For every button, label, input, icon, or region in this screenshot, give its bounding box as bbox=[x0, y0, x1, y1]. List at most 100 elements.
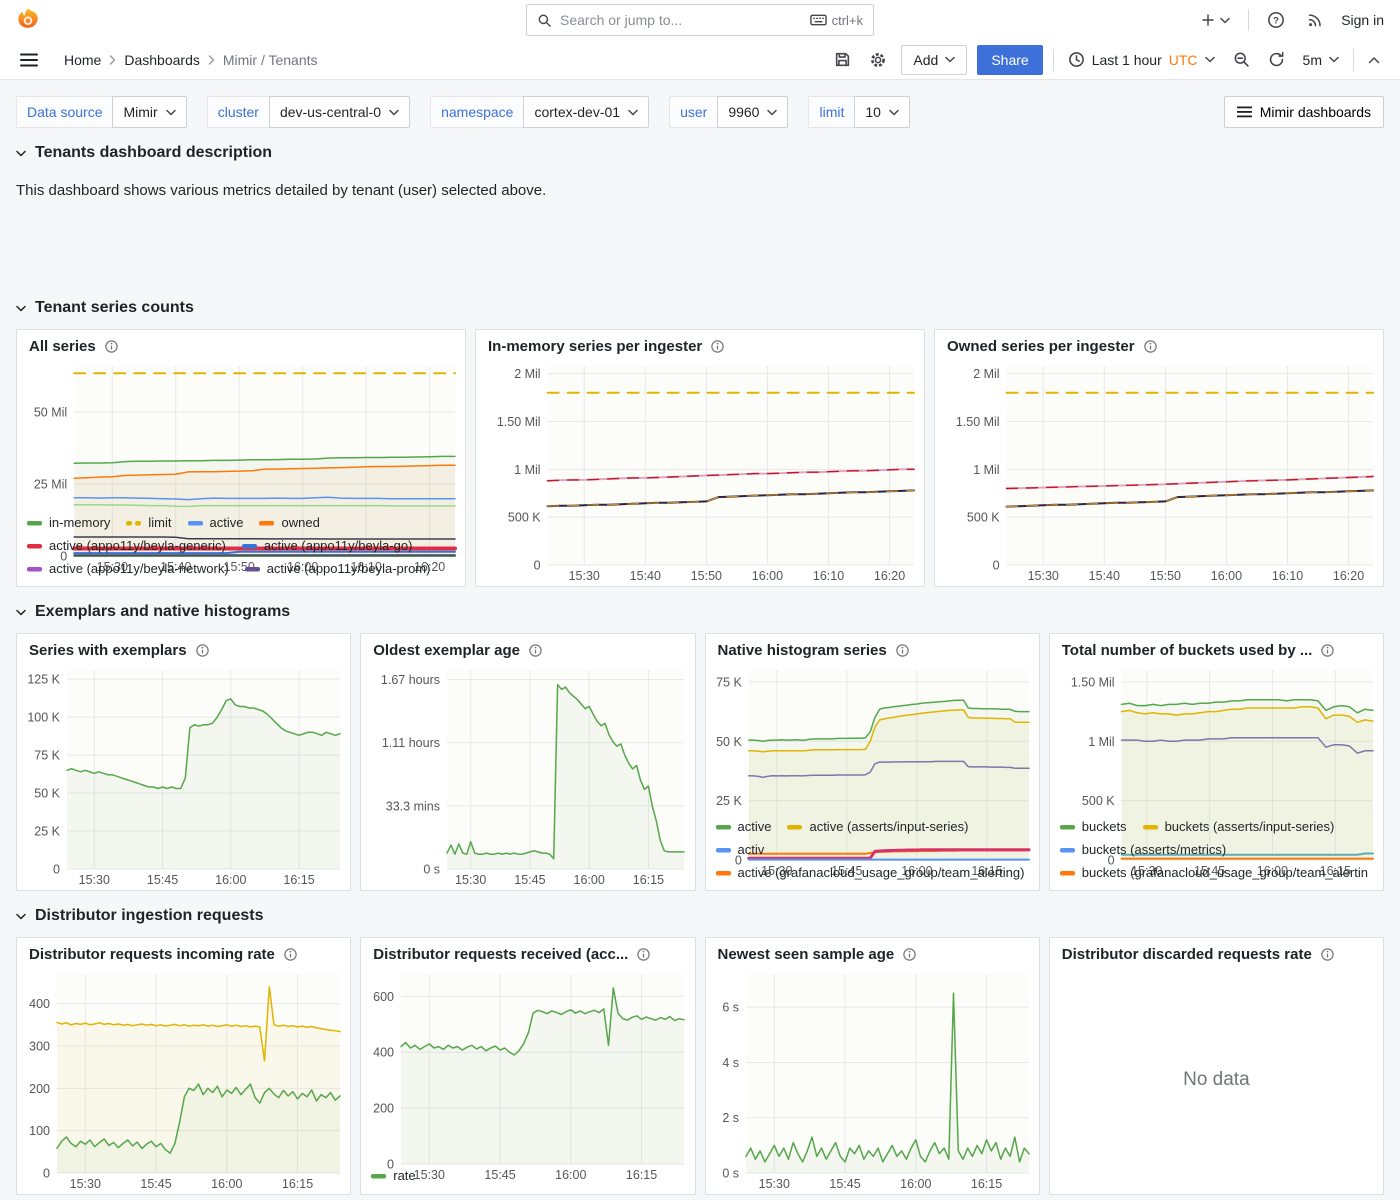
legend-item[interactable]: buckets (grafanacloud_usage_group/team_a… bbox=[1060, 862, 1368, 884]
legend-item[interactable]: limit bbox=[126, 512, 171, 534]
legend: bucketsbuckets (asserts/input-series)buc… bbox=[1050, 814, 1383, 890]
legend-item[interactable]: active (asserts/input-series) bbox=[787, 816, 968, 838]
info-icon[interactable] bbox=[195, 643, 210, 658]
legend-item[interactable]: buckets (asserts/metrics) bbox=[1060, 839, 1226, 861]
new-menu-button[interactable] bbox=[1196, 8, 1234, 32]
section-exemplars[interactable]: Exemplars and native histograms bbox=[16, 603, 1384, 621]
legend-item[interactable]: owned bbox=[259, 512, 319, 534]
panel-distributor-discarded-rate: Distributor discarded requests rate No d… bbox=[1049, 937, 1384, 1195]
legend-item[interactable]: active (grafanacloud_usage_group/team_al… bbox=[716, 862, 1025, 884]
info-icon[interactable] bbox=[1320, 947, 1335, 962]
time-range-picker[interactable]: Last 1 hour UTC bbox=[1064, 51, 1219, 68]
info-icon[interactable] bbox=[902, 947, 917, 962]
section-description[interactable]: Tenants dashboard description bbox=[16, 144, 1384, 162]
panel-title[interactable]: In-memory series per ingester bbox=[488, 338, 702, 355]
variable-datasource[interactable]: Data source Mimir bbox=[16, 96, 187, 128]
legend-swatch bbox=[27, 544, 42, 549]
legend-item[interactable]: active (grafanacloud_usage_group/team_ap… bbox=[716, 885, 1028, 890]
timeseries-chart[interactable]: 15:3015:4516:0016:15025 K50 K75 K100 K12… bbox=[17, 661, 350, 890]
legend-swatch bbox=[716, 848, 731, 853]
panel-title[interactable]: Distributor requests incoming rate bbox=[29, 946, 275, 963]
legend-item[interactable]: active bbox=[716, 816, 772, 838]
global-search[interactable]: ctrl+k bbox=[526, 4, 874, 36]
legend-item[interactable]: active (appo11y/beyla-prom) bbox=[245, 558, 431, 580]
section-distributor[interactable]: Distributor ingestion requests bbox=[16, 907, 1384, 925]
variable-limit[interactable]: limit 10 bbox=[808, 96, 909, 128]
legend-item[interactable]: active (appo11y/beyla-network) bbox=[27, 558, 229, 580]
breadcrumb-home[interactable]: Home bbox=[64, 52, 101, 68]
svg-text:300: 300 bbox=[29, 1039, 50, 1053]
signin-link[interactable]: Sign in bbox=[1341, 12, 1384, 28]
panel-title[interactable]: Native histogram series bbox=[718, 642, 887, 659]
refresh-interval-label: 5m bbox=[1303, 52, 1322, 68]
panel-title[interactable]: Distributor discarded requests rate bbox=[1062, 946, 1312, 963]
collapse-toolbar-button[interactable] bbox=[1364, 52, 1384, 68]
info-icon[interactable] bbox=[636, 947, 651, 962]
timeseries-chart[interactable]: 15:3015:4015:5016:0016:1016:200500 K1 Mi… bbox=[476, 357, 924, 586]
legend-label: activ bbox=[738, 839, 765, 861]
info-icon[interactable] bbox=[710, 339, 725, 354]
timeseries-chart[interactable]: 15:3015:4516:0016:150500 K1 Mil1.50 Mil bbox=[1050, 661, 1383, 814]
timeseries-chart[interactable]: 15:3015:4516:0016:15025 K50 K75 K bbox=[706, 661, 1039, 814]
dashboard-canvas: Data source Mimir cluster dev-us-central… bbox=[0, 96, 1400, 1195]
info-icon[interactable] bbox=[283, 947, 298, 962]
legend-item[interactable]: in-memory bbox=[27, 512, 110, 534]
variable-cluster[interactable]: cluster dev-us-central-0 bbox=[207, 96, 410, 128]
info-icon[interactable] bbox=[895, 643, 910, 658]
info-icon[interactable] bbox=[528, 643, 543, 658]
zoom-out-button[interactable] bbox=[1229, 47, 1254, 72]
chevron-down-icon bbox=[1220, 17, 1230, 24]
legend-label: buckets (grafanacloud_usage_group/team_a… bbox=[1082, 862, 1368, 884]
add-panel-button[interactable]: Add bbox=[901, 45, 967, 75]
section-tenant-series-counts[interactable]: Tenant series counts bbox=[16, 299, 1384, 317]
legend-item[interactable]: buckets bbox=[1060, 816, 1127, 838]
mega-menu-toggle[interactable] bbox=[16, 49, 42, 71]
mimir-dashboards-button[interactable]: Mimir dashboards bbox=[1224, 96, 1384, 128]
help-button[interactable]: ? bbox=[1263, 7, 1289, 33]
panel-title[interactable]: Total number of buckets used by ... bbox=[1062, 642, 1313, 659]
panel-title[interactable]: All series bbox=[29, 338, 96, 355]
section-title: Tenants dashboard description bbox=[35, 144, 272, 162]
panel-title[interactable]: Oldest exemplar age bbox=[373, 642, 520, 659]
legend-item[interactable]: activ bbox=[716, 839, 765, 861]
variable-namespace[interactable]: namespace cortex-dev-01 bbox=[430, 96, 649, 128]
grafana-logo[interactable] bbox=[16, 7, 40, 33]
legend-item[interactable]: active bbox=[188, 512, 244, 534]
legend-swatch bbox=[787, 825, 802, 830]
panel-title[interactable]: Owned series per ingester bbox=[947, 338, 1135, 355]
panel-title[interactable]: Series with exemplars bbox=[29, 642, 187, 659]
info-icon[interactable] bbox=[1143, 339, 1158, 354]
refresh-button[interactable] bbox=[1264, 47, 1289, 72]
timeseries-chart[interactable]: 15:3015:4516:0016:150 s33.3 mins1.11 hou… bbox=[361, 661, 694, 890]
dashboard-settings-button[interactable] bbox=[865, 47, 891, 73]
panel-title[interactable]: Newest seen sample age bbox=[718, 946, 895, 963]
save-dashboard-button[interactable] bbox=[830, 47, 855, 72]
news-button[interactable] bbox=[1303, 8, 1327, 32]
clock-icon bbox=[1068, 51, 1085, 68]
timeseries-chart[interactable]: 15:3015:4516:0016:150100200300400 bbox=[17, 965, 350, 1194]
legend-item[interactable]: active (appo11y/beyla-go) bbox=[242, 535, 413, 557]
svg-text:16:00: 16:00 bbox=[1211, 569, 1242, 583]
panel-series-with-exemplars: Series with exemplars 15:3015:4516:0016:… bbox=[16, 633, 351, 891]
question-icon: ? bbox=[1267, 11, 1285, 29]
legend-item[interactable]: buckets (asserts/input-series) bbox=[1143, 816, 1335, 838]
svg-text:1 Mil: 1 Mil bbox=[973, 463, 999, 477]
legend-item[interactable]: active (appo11y/beyla-generic) bbox=[27, 535, 226, 557]
timeseries-chart[interactable]: 15:3015:4015:5016:0016:1016:20025 Mil50 … bbox=[17, 357, 465, 510]
zoom-out-icon bbox=[1233, 51, 1250, 68]
variable-user[interactable]: user 9960 bbox=[669, 96, 788, 128]
refresh-interval-picker[interactable]: 5m bbox=[1299, 52, 1343, 68]
search-input[interactable] bbox=[560, 12, 802, 28]
svg-text:16:00: 16:00 bbox=[215, 873, 246, 887]
info-icon[interactable] bbox=[1320, 643, 1335, 658]
breadcrumb-dashboards[interactable]: Dashboards bbox=[124, 52, 200, 68]
share-button[interactable]: Share bbox=[977, 45, 1042, 75]
timeseries-chart[interactable]: 15:3015:4516:0016:150200400600 bbox=[361, 965, 694, 1163]
variable-label: cluster bbox=[207, 96, 269, 128]
panel-title[interactable]: Distributor requests received (acc... bbox=[373, 946, 628, 963]
legend-item[interactable]: rate bbox=[371, 1165, 415, 1187]
mimir-dashboards-label: Mimir dashboards bbox=[1260, 104, 1371, 120]
timeseries-chart[interactable]: 15:3015:4516:0016:150 s2 s4 s6 s bbox=[706, 965, 1039, 1194]
info-icon[interactable] bbox=[104, 339, 119, 354]
timeseries-chart[interactable]: 15:3015:4015:5016:0016:1016:200500 K1 Mi… bbox=[935, 357, 1383, 586]
